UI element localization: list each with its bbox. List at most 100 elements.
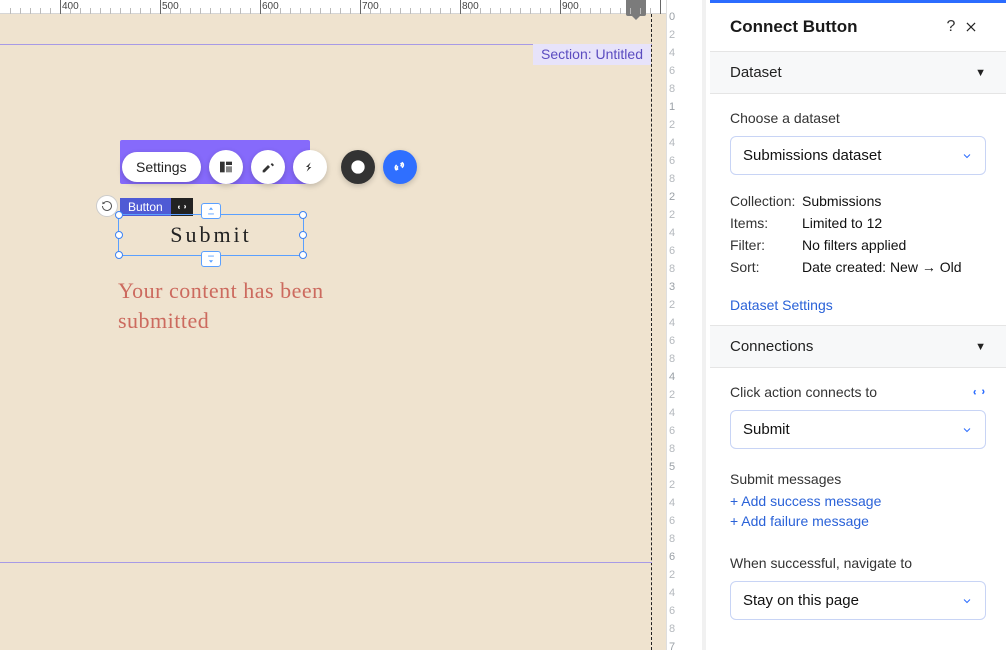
chevron-down-icon (961, 595, 973, 607)
ruler-minor-tick: 2 (669, 30, 675, 41)
settings-button[interactable]: Settings (122, 152, 201, 182)
meta-value: Submissions (802, 193, 986, 209)
chevron-down-icon: ▼ (975, 341, 986, 353)
ruler-minor-tick: 6 (669, 426, 675, 437)
add-success-link[interactable]: Add success message (730, 493, 881, 509)
ruler-minor-tick: 6 (669, 336, 675, 347)
help-icon[interactable]: ? (938, 18, 964, 36)
connect-data-button[interactable] (383, 150, 417, 184)
ruler-minor-tick: 2 (669, 570, 675, 581)
meta-value: Date created: New → Old (802, 259, 986, 275)
ruler-minor-tick: 6 (669, 516, 675, 527)
panel-header: Connect Button ? (710, 3, 1006, 51)
dataset-body: Choose a dataset Submissions dataset Col… (710, 94, 1006, 325)
dataset-accordion[interactable]: Dataset ▼ (710, 51, 1006, 94)
extend-down-handle[interactable] (201, 251, 221, 267)
ruler-major-tick: 6 (669, 552, 675, 563)
editor-canvas[interactable]: 400 500 600 700 800 900 Section: Untitle… (0, 0, 666, 650)
meta-key: Items: (730, 215, 802, 231)
ruler-major-tick: 7 (669, 642, 675, 650)
ruler-minor-tick: 8 (669, 444, 675, 455)
ruler-minor-tick: 4 (669, 318, 675, 329)
meta-key: Collection: (730, 193, 802, 209)
ruler-minor-tick: 4 (669, 408, 675, 419)
ruler-minor-tick: 4 (669, 498, 675, 509)
ruler-horizontal: 400 500 600 700 800 900 (0, 0, 666, 14)
ruler-minor-tick: 4 (669, 228, 675, 239)
connections-body: Click action connects to Submit Submit m… (710, 368, 1006, 632)
accordion-title: Connections (730, 338, 975, 355)
help-button[interactable]: ? (341, 150, 375, 184)
success-message-preview[interactable]: Your content has been submitted (118, 276, 418, 335)
ruler-minor-tick: 4 (669, 588, 675, 599)
connections-accordion[interactable]: Connections ▼ (710, 325, 1006, 368)
resize-handle[interactable] (299, 211, 307, 219)
resize-handle[interactable] (299, 231, 307, 239)
add-failure-link[interactable]: Add failure message (730, 513, 869, 529)
button-text: Submit (170, 222, 252, 248)
ruler-minor-tick: 4 (669, 48, 675, 59)
meta-key: Sort: (730, 259, 802, 275)
click-action-label: Click action connects to (730, 384, 877, 400)
ruler-vertical: 0 2 4 6 8 1 2 4 6 8 2 2 4 6 8 3 2 4 6 8 4 2 4 6 8 5 2 4 6 8 6 2 4 6 8 7 (666, 0, 710, 650)
connect-icon (972, 385, 986, 399)
ruler-minor-tick: 8 (669, 354, 675, 365)
meta-value: Limited to 12 (802, 215, 986, 231)
ruler-minor-tick: 2 (669, 480, 675, 491)
ruler-minor-tick: 6 (669, 246, 675, 257)
element-toolbar: Settings ? (122, 150, 417, 184)
close-icon[interactable] (964, 20, 990, 34)
ruler-minor-tick: 6 (669, 606, 675, 617)
layout-button[interactable] (209, 150, 243, 184)
connect-panel: Connect Button ? Dataset ▼ Choose a data… (710, 0, 1006, 650)
animation-button[interactable] (293, 150, 327, 184)
dataset-select-value: Submissions dataset (743, 147, 881, 164)
choose-dataset-label: Choose a dataset (730, 110, 986, 126)
ruler-minor-tick: 6 (669, 66, 675, 77)
ruler-major-tick: 3 (669, 282, 675, 293)
chevron-down-icon: ▼ (975, 67, 986, 79)
navigate-value: Stay on this page (743, 592, 859, 609)
ruler-minor-tick: 8 (669, 534, 675, 545)
resize-handle[interactable] (115, 251, 123, 259)
ruler-minor-tick: 2 (669, 390, 675, 401)
section-bottom-line (0, 562, 652, 563)
chevron-down-icon (961, 150, 973, 162)
ruler-minor-tick: 8 (669, 84, 675, 95)
meta-key: Filter: (730, 237, 802, 253)
accordion-title: Dataset (730, 64, 975, 81)
ruler-minor-tick: 8 (669, 174, 675, 185)
resize-handle[interactable] (299, 251, 307, 259)
ruler-major-tick: 0 (669, 12, 675, 23)
ruler-minor-tick: 2 (669, 120, 675, 131)
click-action-value: Submit (743, 421, 790, 438)
mini-scrollbar[interactable] (702, 0, 706, 650)
ruler-major-tick: 1 (669, 102, 675, 113)
ruler-minor-tick: 4 (669, 138, 675, 149)
ruler-minor-tick: 8 (669, 624, 675, 635)
click-action-select[interactable]: Submit (730, 410, 986, 449)
dataset-settings-link[interactable]: Dataset Settings (730, 297, 833, 313)
selected-button-element[interactable]: Submit (118, 214, 304, 256)
panel-title: Connect Button (730, 17, 938, 37)
ruler-major-tick: 5 (669, 462, 675, 473)
dataset-meta: Collection:Submissions Items:Limited to … (730, 193, 986, 275)
section-label[interactable]: Section: Untitled (533, 44, 651, 65)
ruler-minor-tick: 6 (669, 156, 675, 167)
meta-value: No filters applied (802, 237, 986, 253)
navigate-label: When successful, navigate to (730, 555, 986, 571)
svg-text:?: ? (355, 162, 361, 172)
ruler-major-tick: 4 (669, 372, 675, 383)
dataset-select[interactable]: Submissions dataset (730, 136, 986, 175)
resize-handle[interactable] (115, 231, 123, 239)
navigate-select[interactable]: Stay on this page (730, 581, 986, 620)
submit-messages-label: Submit messages (730, 471, 986, 487)
extend-up-handle[interactable] (201, 203, 221, 219)
chevron-down-icon (961, 424, 973, 436)
ruler-minor-tick: 2 (669, 210, 675, 221)
ruler-minor-tick: 2 (669, 300, 675, 311)
ruler-minor-tick: 8 (669, 264, 675, 275)
ruler-major-tick: 2 (669, 192, 675, 203)
design-button[interactable] (251, 150, 285, 184)
resize-handle[interactable] (115, 211, 123, 219)
